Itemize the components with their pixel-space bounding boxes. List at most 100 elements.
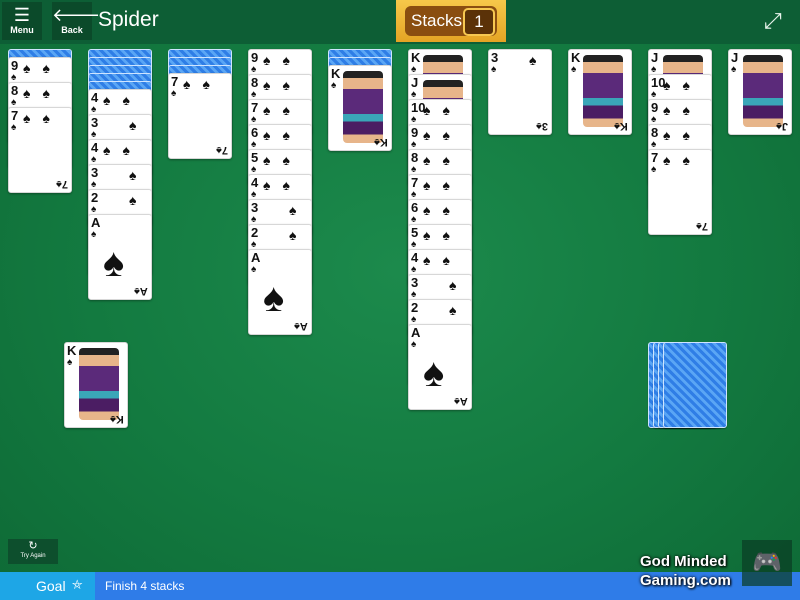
card-rank: 4 — [251, 175, 259, 190]
goal-text: Finish 4 stacks — [105, 579, 185, 593]
court-figure-icon — [583, 55, 623, 127]
spade-icon: ♠ — [103, 241, 125, 285]
menu-button[interactable]: ☰ Menu — [2, 2, 42, 40]
card-rank: J — [651, 50, 659, 65]
spade-pips: ♠♠ — [663, 152, 702, 168]
spade-pips: ♠♠ — [663, 102, 702, 118]
spade-icon: ♠ — [571, 64, 577, 75]
watermark-line1: God Minded — [640, 553, 727, 570]
card-rank: 3 — [251, 200, 259, 215]
spade-pips: ♠♠ — [663, 127, 702, 143]
card-J-spades[interactable]: J♠ J♠ — [728, 49, 792, 135]
stacks-label: Stacks — [411, 11, 463, 30]
spade-icon: ♠ — [91, 229, 97, 240]
spade-pips: ♠ — [263, 227, 309, 243]
spade-pips: ♠♠ — [23, 85, 62, 101]
spade-pips: ♠♠ — [423, 102, 462, 118]
card-K-spades[interactable]: K♠ K♠ — [328, 65, 392, 151]
expand-icon[interactable]: ⤢ — [764, 8, 782, 34]
card-rank: 3 — [91, 165, 99, 180]
card-rank: 4 — [91, 140, 99, 155]
card-rank: 5 — [411, 225, 419, 240]
spade-pips: ♠♠ — [263, 102, 302, 118]
goal-badge-icon: ⛤ — [72, 577, 83, 592]
spade-pips: ♠ — [503, 52, 549, 68]
card-corner: K♠ — [110, 413, 124, 425]
spade-icon: ♠ — [423, 351, 445, 395]
spade-icon: ♠ — [331, 80, 337, 91]
spade-icon: ♠ — [263, 276, 285, 320]
stock-pile[interactable] — [663, 342, 727, 428]
spade-icon: ♠ — [491, 64, 497, 75]
card-K-spades[interactable]: K♠ K♠ — [568, 49, 632, 135]
card-rank: 9 — [411, 125, 419, 140]
spade-pips: ♠♠ — [423, 127, 462, 143]
stacks-counter: Stacks 1 — [396, 0, 506, 42]
card-rank: 7 — [251, 100, 259, 115]
court-figure-icon — [79, 348, 119, 420]
card-rank: 3 — [411, 275, 419, 290]
card-rank: 4 — [411, 250, 419, 265]
spade-pips: ♠ — [423, 302, 469, 318]
spade-pips: ♠♠ — [423, 202, 462, 218]
spade-pips: ♠♠ — [663, 77, 702, 93]
card-rank: 7 — [411, 175, 419, 190]
card-A-spades[interactable]: A ♠ ♠ A♠ — [248, 249, 312, 335]
spade-icon: ♠ — [67, 357, 73, 368]
card-7-spades[interactable]: 7♠♠♠7♠ — [168, 73, 232, 159]
card-corner: 7♠ — [216, 144, 228, 156]
card-rank: 8 — [651, 125, 659, 140]
spade-pips: ♠♠ — [23, 110, 62, 126]
card-rank: K — [411, 50, 421, 65]
spade-icon: ♠ — [411, 339, 417, 350]
card-7-spades[interactable]: 7♠♠♠7♠ — [8, 107, 72, 193]
court-figure-icon — [343, 71, 383, 143]
spade-icon: ♠ — [651, 164, 657, 175]
spade-pips: ♠♠ — [263, 52, 302, 68]
card-rank: 8 — [411, 150, 419, 165]
spade-icon: ♠ — [11, 122, 17, 133]
card-rank: J — [731, 50, 739, 65]
refresh-icon: ↻ — [28, 540, 38, 552]
game-title: Spider — [98, 8, 159, 31]
card-rank: 2 — [411, 300, 419, 315]
spade-pips: ♠ — [103, 192, 149, 208]
spade-pips: ♠♠ — [263, 127, 302, 143]
gamepad-icon: 🎮 — [742, 540, 792, 586]
card-rank: A — [411, 325, 421, 340]
card-corner: A♠ — [294, 320, 308, 332]
card-rank: K — [571, 50, 581, 65]
spade-pips: ♠ — [423, 277, 469, 293]
card-rank: 7 — [11, 108, 19, 123]
card-rank: A — [91, 215, 101, 230]
try-again-label: Try Again — [20, 553, 46, 559]
card-7-spades[interactable]: 7♠♠♠7♠ — [648, 149, 712, 235]
watermark: God Minded Gaming.com — [640, 552, 731, 590]
menu-label: Menu — [10, 25, 34, 35]
goal-label: Goal — [36, 578, 66, 594]
stacks-count: 1 — [463, 8, 495, 36]
card-3-spades[interactable]: 3♠ ♠3♠ — [488, 49, 552, 135]
card-rank: 2 — [91, 190, 99, 205]
card-rank: 9 — [251, 50, 259, 65]
card-A-spades[interactable]: A ♠ ♠ A♠ — [88, 214, 152, 300]
card-rank: 8 — [251, 75, 259, 90]
card-rank: 2 — [251, 225, 259, 240]
back-button[interactable]: 🡐 Back — [52, 2, 100, 40]
card-corner: A♠ — [454, 395, 468, 407]
card-rank: J — [411, 75, 419, 90]
card-rank: 3 — [91, 115, 99, 130]
card-A-spades[interactable]: A ♠ ♠ A♠ — [408, 324, 472, 410]
try-again-button[interactable]: ↻ Try Again — [8, 539, 58, 564]
card-rank: 4 — [91, 90, 99, 105]
card-rank: 8 — [11, 83, 19, 98]
spade-pips: ♠♠ — [183, 76, 222, 92]
card-rank: 3 — [491, 50, 499, 65]
completed-stack[interactable]: K ♠ K♠ — [64, 342, 128, 428]
card-corner: J♠ — [776, 120, 788, 132]
card-corner: 7♠ — [56, 178, 68, 190]
goal-tab[interactable]: Goal ⛤ — [0, 572, 95, 600]
spade-pips: ♠♠ — [423, 252, 462, 268]
card-rank: 9 — [11, 58, 19, 73]
spade-pips: ♠♠ — [263, 177, 302, 193]
